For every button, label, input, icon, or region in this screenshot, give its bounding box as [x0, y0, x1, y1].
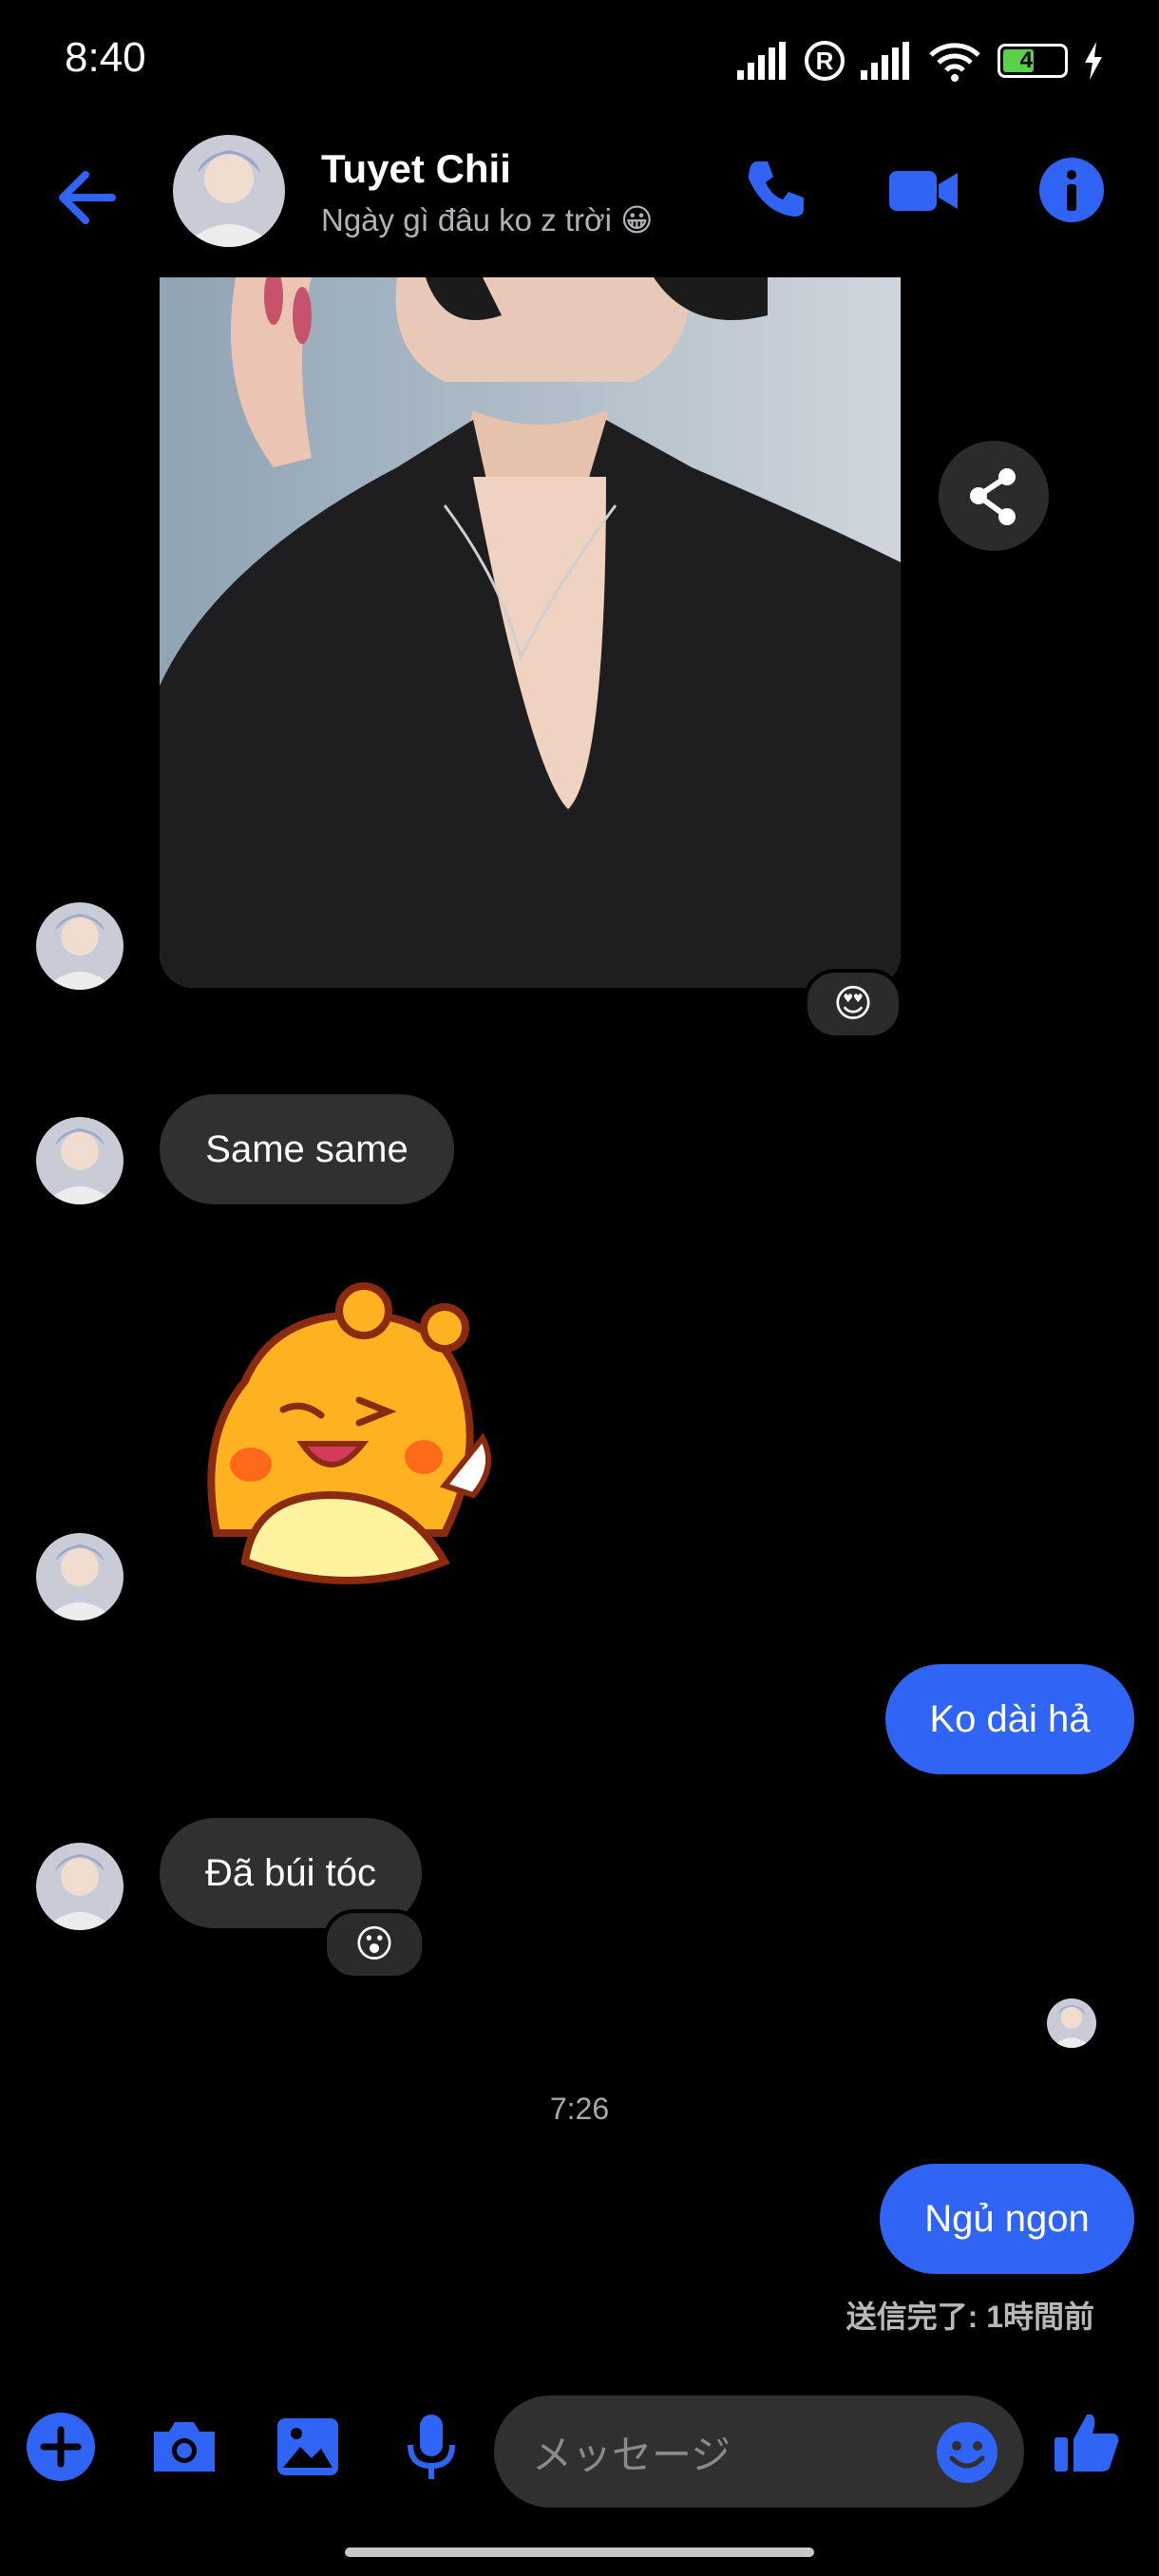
photo-reaction[interactable]: 😍 — [804, 969, 902, 1039]
message-bubble-outgoing[interactable]: Ngủ ngon — [880, 2164, 1134, 2274]
contact-status: Ngày gì đâu ko z trời 😀 — [321, 202, 654, 237]
emoji-button[interactable] — [929, 2415, 1005, 2491]
battery-icon: 46 — [998, 44, 1068, 78]
sticker-image — [207, 1282, 491, 1584]
sender-avatar[interactable] — [36, 1533, 124, 1620]
info-icon — [1039, 158, 1104, 222]
seen-avatar — [1047, 1998, 1096, 2048]
signal-icon — [861, 42, 909, 80]
avatar-image — [36, 902, 124, 990]
message-bubble-outgoing[interactable]: Ko dài hả — [885, 1664, 1134, 1774]
avatar-image — [36, 1533, 124, 1620]
like-button[interactable] — [1049, 2403, 1125, 2479]
back-arrow-icon — [59, 171, 116, 224]
gallery-icon — [277, 2418, 338, 2475]
home-indicator[interactable] — [345, 2548, 814, 2557]
sender-avatar[interactable] — [36, 902, 124, 990]
delivery-status: 送信完了: 1時間前 — [846, 2300, 1094, 2334]
avatar-image — [36, 1117, 124, 1204]
battery-level: 46 — [1019, 47, 1046, 73]
sender-avatar[interactable] — [36, 1843, 124, 1930]
wifi-icon — [929, 43, 980, 82]
back-button[interactable] — [49, 160, 125, 236]
sticker-message[interactable] — [160, 1248, 532, 1620]
voice-button[interactable] — [393, 2409, 469, 2485]
avatar-image — [173, 135, 285, 247]
photo-message[interactable] — [160, 277, 901, 988]
message-reaction[interactable]: 😮 — [323, 1909, 426, 1979]
status-time: 8:40 — [65, 34, 146, 81]
status-icons: R 46 — [737, 38, 1104, 84]
message-bubble-incoming[interactable]: Same same — [160, 1094, 454, 1204]
phone-icon — [749, 161, 804, 217]
contact-avatar[interactable] — [173, 135, 285, 247]
contact-name[interactable]: Tuyet Chii — [321, 146, 511, 192]
avatar-image — [36, 1843, 124, 1930]
charging-icon — [1085, 42, 1102, 80]
camera-icon — [154, 2422, 215, 2472]
message-timestamp: 7:26 — [549, 2092, 610, 2126]
video-call-button[interactable] — [885, 152, 961, 228]
gallery-button[interactable] — [270, 2409, 346, 2485]
share-icon — [970, 468, 1016, 525]
microphone-icon — [408, 2415, 455, 2479]
signal-icon — [737, 42, 786, 80]
svg-text:R: R — [816, 47, 834, 75]
registered-icon: R — [805, 41, 845, 81]
share-button[interactable] — [939, 441, 1049, 551]
more-actions-button[interactable] — [23, 2409, 99, 2485]
emoji-icon — [937, 2422, 998, 2483]
like-icon — [1054, 2414, 1119, 2472]
avatar-image — [1047, 1998, 1096, 2048]
plus-icon — [27, 2413, 95, 2481]
video-icon — [889, 171, 958, 211]
info-button[interactable] — [1034, 152, 1110, 228]
photo-image — [160, 277, 901, 988]
camera-button[interactable] — [146, 2409, 222, 2485]
message-placeholder: メッセージ — [532, 2432, 732, 2477]
call-button[interactable] — [737, 152, 813, 228]
sender-avatar[interactable] — [36, 1117, 124, 1204]
